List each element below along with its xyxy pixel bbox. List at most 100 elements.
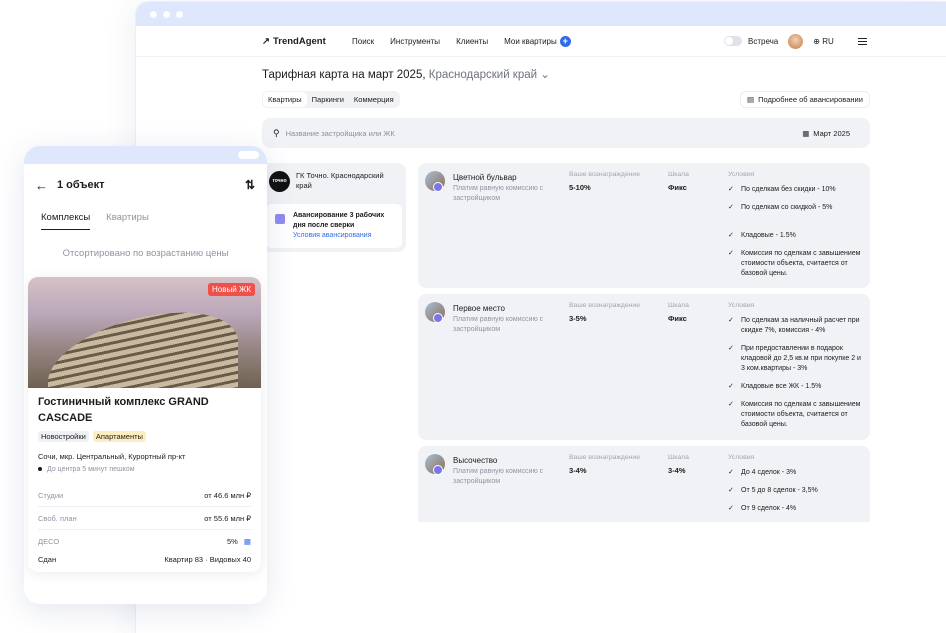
- reward-value: 3-4%: [569, 466, 587, 475]
- reward-value: 5-10%: [569, 183, 591, 192]
- scale-value: Фикс: [668, 314, 687, 323]
- advance-info-button[interactable]: ▤ Подробнее об авансировании: [740, 91, 870, 108]
- logo[interactable]: ↗ TrendAgent: [262, 36, 326, 47]
- advance-conditions-link[interactable]: Условия авансирования: [293, 231, 396, 241]
- price-row: Студии от 46.6 млн ₽: [38, 491, 251, 507]
- plus-icon[interactable]: +: [559, 35, 571, 47]
- verified-icon: [433, 465, 443, 475]
- complex-sub: Платим равную комиссию с застройщиком: [453, 185, 544, 202]
- reward-value: 3-5%: [569, 314, 587, 323]
- tab-commerce[interactable]: Коммерция: [349, 92, 399, 107]
- condition-item: ✓ По сделкам со скидкой - 5%: [728, 204, 833, 211]
- reward-label: Ваше вознаграждение: [569, 454, 640, 461]
- nav-search[interactable]: Поиск: [352, 37, 374, 46]
- condition-item: ✓ При предоставлении в подарок кладовой д…: [728, 345, 861, 372]
- conditions-label: Условия: [728, 454, 755, 461]
- check-icon: ✓: [728, 401, 734, 408]
- logo-arrow-icon: ↗: [262, 35, 270, 47]
- complex-name[interactable]: Цветной бульвар: [453, 173, 517, 182]
- language-switch[interactable]: ⊕ RU: [813, 37, 834, 46]
- price-row: ДЕСО 5% ▦: [38, 537, 251, 546]
- check-icon: ✓: [728, 345, 734, 352]
- page-title: Тарифная карта на март 2025, Краснодарск…: [262, 69, 550, 81]
- nav-clients[interactable]: Клиенты: [456, 37, 488, 46]
- nav-tools[interactable]: Инструменты: [390, 37, 440, 46]
- mobile-chrome: [24, 146, 267, 164]
- check-icon: ✓: [728, 487, 734, 494]
- nav-my-apartments[interactable]: Мои квартиры +: [504, 35, 571, 47]
- wallet-icon: [275, 214, 285, 224]
- browser-chrome: [136, 2, 946, 26]
- calendar-icon: ▦: [802, 128, 810, 138]
- back-arrow-icon[interactable]: ←: [35, 178, 48, 193]
- condition-item: ✓ Комиссия по сделкам с завышением стоимо…: [728, 250, 861, 277]
- avatar[interactable]: [788, 33, 804, 49]
- conditions-list: ✓ По сделкам без скидки - 10% ✓ По сделкам…: [728, 185, 863, 287]
- tag-apartments: Апартаменты: [92, 431, 146, 442]
- search-icon: ⚲: [273, 127, 280, 138]
- check-icon: ✓: [728, 317, 734, 324]
- top-nav: ↗ TrendAgent Поиск Инструменты Клиенты Мо…: [136, 26, 946, 57]
- condition-item: ✓ По сделкам за наличный расчет при скидк…: [728, 317, 860, 334]
- check-icon: ✓: [728, 204, 734, 211]
- results-count: 1 объект: [57, 179, 105, 191]
- listing-title: Гостиничный комплекс GRAND CASCADE: [38, 396, 209, 424]
- new-badge: Новый ЖК: [208, 283, 255, 296]
- advance-box: Авансирование 3 рабочих дня после сверки…: [266, 204, 402, 248]
- globe-icon: ⊕: [813, 36, 820, 46]
- scale-value: Фикс: [668, 183, 687, 192]
- complex-card: Цветной бульвар Платим равную комиссию с…: [418, 163, 870, 288]
- condition-item: ✓ Комиссия по сделкам с завышением стоимо…: [728, 401, 861, 428]
- conditions-label: Условия: [728, 171, 755, 178]
- tab-complexes[interactable]: Комплексы: [41, 212, 91, 230]
- condition-item: ✓ От 9 сделок - 4%: [728, 505, 797, 512]
- condition-item: ✓ От 5 до 8 сделок - 3,5%: [728, 487, 818, 494]
- document-icon: ▤: [747, 95, 755, 104]
- conditions-label: Условия: [728, 302, 755, 309]
- price-row: Сдан Квартир 83 · Видовых 40: [38, 555, 251, 564]
- listing-tags: Новостройки Апартаменты: [38, 431, 146, 442]
- meeting-toggle[interactable]: [724, 36, 742, 46]
- scale-value: 3-4%: [668, 466, 686, 475]
- price-row: Своб. план от 55.6 млн ₽: [38, 514, 251, 530]
- listing-address: Сочи, мкр. Центральный, Курортный пр-кт: [38, 452, 186, 461]
- menu-icon[interactable]: [858, 38, 867, 47]
- walk-distance: До центра 5 минут пешком: [38, 466, 135, 473]
- calendar-icon: ▦: [243, 537, 251, 546]
- scale-label: Шкала: [668, 171, 689, 178]
- tag-new-buildings: Новостройки: [38, 431, 89, 442]
- scale-label: Шкала: [668, 302, 689, 309]
- conditions-list: ✓ По сделкам за наличный расчет при скидк…: [728, 316, 863, 438]
- conditions-list: ✓ До 4 сделок - 3% ✓ От 5 до 8 сделок - 3,…: [728, 468, 863, 522]
- chevron-down-icon: ⌄: [540, 69, 550, 81]
- developer-card[interactable]: точно ГК Точно. Краснодарский край Аванси…: [262, 163, 406, 252]
- date-picker[interactable]: ▦ Март 2025: [802, 129, 850, 138]
- check-icon: ✓: [728, 250, 734, 257]
- sort-caption: Отсортировано по возрастанию цены: [62, 248, 229, 259]
- listing-photo: Новый ЖК: [28, 277, 261, 388]
- complex-card: Первое место Платим равную комиссию с за…: [418, 294, 870, 440]
- check-icon: ✓: [728, 505, 734, 512]
- condition-item: ✓ До 4 сделок - 3%: [728, 469, 797, 476]
- condition-item: ✓ По сделкам без скидки - 10%: [728, 186, 836, 193]
- region-select[interactable]: Краснодарский край ⌄: [429, 69, 550, 81]
- developer-name: ГК Точно. Краснодарский край: [296, 171, 384, 190]
- search-input[interactable]: ⚲ Название застройщика или ЖК ▦ Март 2025: [262, 118, 870, 148]
- listing-card[interactable]: Новый ЖК Гостиничный комплекс GRAND CASC…: [28, 277, 261, 572]
- complex-name[interactable]: Высочество: [453, 456, 497, 465]
- check-icon: ✓: [728, 469, 734, 476]
- condition-item: ✓ Кладовые все ЖК - 1.5%: [728, 383, 822, 390]
- complex-name[interactable]: Первое место: [453, 304, 505, 313]
- complex-card: Высочество Платим равную комиссию с заст…: [418, 446, 870, 522]
- tab-parking[interactable]: Паркинги: [307, 92, 349, 107]
- condition-item: ✓ Кладовые - 1.5%: [728, 232, 796, 239]
- check-icon: ✓: [728, 186, 734, 193]
- meeting-label: Встреча: [748, 36, 779, 46]
- check-icon: ✓: [728, 232, 734, 239]
- developer-logo: точно: [269, 171, 290, 192]
- sort-icon[interactable]: ⇅: [245, 178, 255, 192]
- tab-apartments-mobile[interactable]: Квартиры: [106, 212, 149, 230]
- reward-label: Ваше вознаграждение: [569, 302, 640, 309]
- tab-apartments[interactable]: Квартиры: [263, 92, 307, 107]
- complex-sub: Платим равную комиссию с застройщиком: [453, 316, 544, 333]
